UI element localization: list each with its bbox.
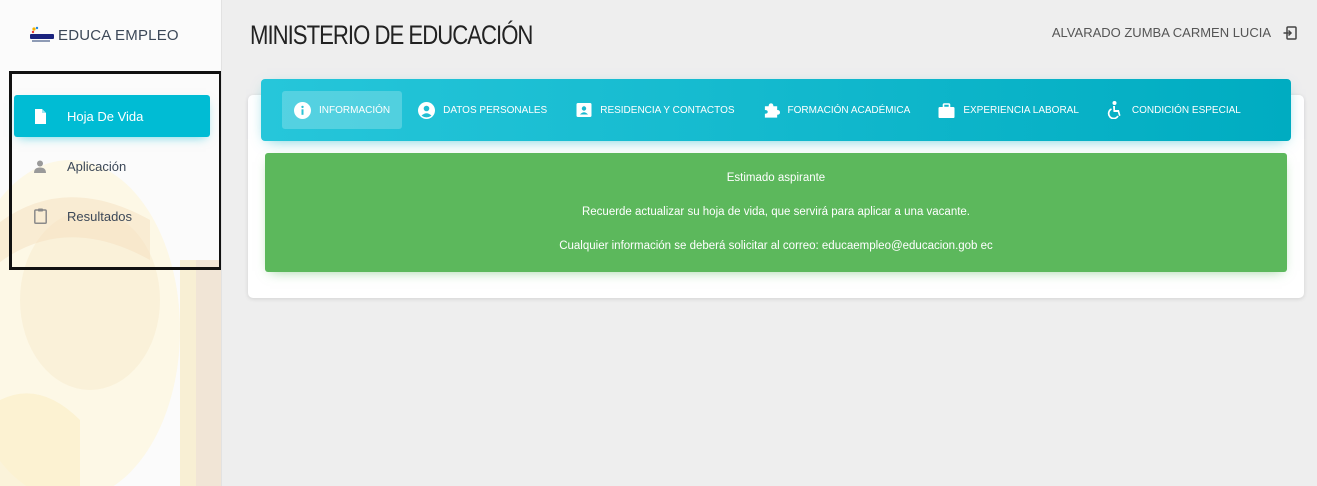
person-icon — [33, 158, 47, 174]
account-circle-icon — [418, 101, 436, 119]
tab-datos-personales[interactable]: DATOS PERSONALES — [406, 91, 559, 129]
clipboard-icon — [33, 208, 47, 224]
tab-label: FORMACIÓN ACADÉMICA — [787, 104, 911, 116]
tab-label: EXPERIENCIA LABORAL — [963, 104, 1079, 116]
briefcase-icon — [938, 102, 955, 119]
tab-informacion[interactable]: INFORMACIÓN — [282, 91, 403, 129]
sidebar: EDUCA EMPLEO Hoja De Vida Aplicación Res… — [0, 0, 222, 486]
user-name[interactable]: ALVARADO ZUMBA CARMEN LUCIA — [1052, 25, 1271, 40]
alert-message: Recuerde actualizar su hoja de vida, que… — [581, 206, 971, 218]
user-area: ALVARADO ZUMBA CARMEN LUCIA — [1052, 25, 1297, 40]
tab-residencia-y-contactos[interactable]: RESIDENCIA Y CONTACTOS — [563, 91, 746, 129]
gobierno-logo — [30, 26, 54, 44]
logout-icon[interactable] — [1283, 25, 1297, 40]
tab-condicion-especial[interactable]: CONDICIÓN ESPECIAL — [1095, 91, 1253, 129]
brand[interactable]: EDUCA EMPLEO — [30, 26, 179, 44]
info-alert: Estimado aspirante Recuerde actualizar s… — [265, 153, 1287, 272]
tab-label: RESIDENCIA Y CONTACTOS — [600, 104, 735, 116]
sidebar-item-aplicacion[interactable]: Aplicación — [14, 145, 210, 187]
alert-greeting: Estimado aspirante — [726, 172, 826, 184]
sidebar-item-hoja-de-vida[interactable]: Hoja De Vida — [14, 95, 210, 137]
alert-contact: Cualquier información se deberá solicita… — [559, 240, 993, 252]
sidebar-item-label: Hoja De Vida — [67, 108, 144, 124]
accessible-icon — [1107, 101, 1124, 119]
document-icon — [33, 108, 47, 124]
tabs-bar: INFORMACIÓN DATOS PERSONALES RESIDENCIA … — [261, 79, 1291, 141]
page-title: MINISTERIO DE EDUCACIÓN — [250, 20, 533, 50]
contact-card-icon — [575, 102, 592, 119]
tab-label: CONDICIÓN ESPECIAL — [1131, 104, 1241, 116]
sidebar-item-label: Aplicación — [67, 158, 127, 174]
puzzle-icon — [763, 102, 780, 119]
tab-label: DATOS PERSONALES — [443, 104, 548, 116]
brand-title: EDUCA EMPLEO — [58, 26, 179, 44]
tab-label: INFORMACIÓN — [319, 104, 391, 116]
info-icon — [294, 101, 311, 119]
tab-formacion-academica[interactable]: FORMACIÓN ACADÉMICA — [751, 91, 923, 129]
tab-experiencia-laboral[interactable]: EXPERIENCIA LABORAL — [926, 91, 1091, 129]
sidebar-item-resultados[interactable]: Resultados — [14, 195, 210, 237]
sidebar-item-label: Resultados — [67, 208, 133, 224]
